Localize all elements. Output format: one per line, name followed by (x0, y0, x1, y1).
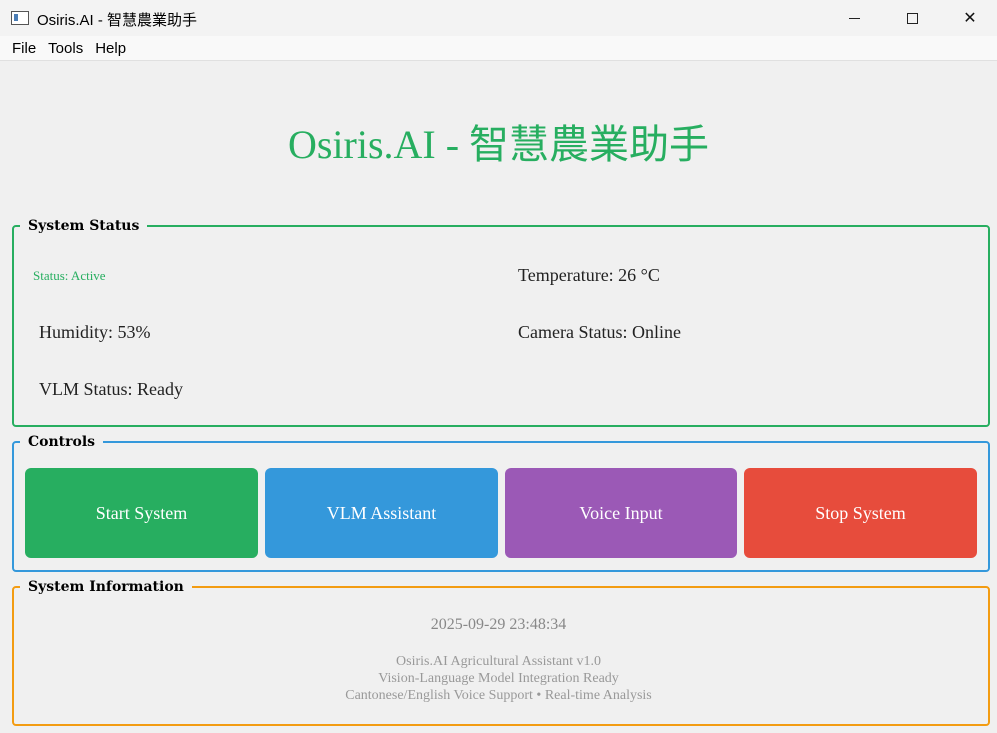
maximize-button[interactable] (883, 0, 941, 36)
controls-legend: Controls (28, 434, 96, 450)
status-active-label: Status: Active (33, 268, 106, 283)
app-title: Osiris.AI - 智慧農業助手 (287, 122, 710, 167)
voice-input-button[interactable]: Voice Input (505, 468, 737, 558)
window-title: Osiris.AI - 智慧農業助手 (37, 12, 197, 29)
camera-status-label: Camera Status: Online (518, 322, 681, 342)
humidity-label: Humidity: 53% (39, 322, 151, 342)
menu-help[interactable]: Help (89, 40, 132, 57)
minimize-icon (848, 17, 860, 19)
minimize-button[interactable] (825, 0, 883, 36)
temperature-label: Temperature: 26 °C (518, 265, 660, 285)
start-system-button[interactable]: Start System (25, 468, 258, 558)
info-line-version: Osiris.AI Agricultural Assistant v1.0 (396, 654, 601, 669)
vlm-status-label: VLM Status: Ready (39, 379, 183, 399)
app-window-icon (11, 11, 29, 25)
close-button[interactable]: ✕ (941, 0, 997, 36)
menu-tools[interactable]: Tools (42, 40, 89, 57)
system-information-legend: System Information (28, 579, 184, 595)
info-line-voice: Cantonese/English Voice Support • Real-t… (345, 688, 652, 703)
menu-bar: File Tools Help (0, 36, 997, 61)
vlm-assistant-button[interactable]: VLM Assistant (265, 468, 498, 558)
menu-file[interactable]: File (6, 40, 42, 57)
info-line-vlm: Vision-Language Model Integration Ready (378, 671, 619, 686)
maximize-icon (906, 12, 918, 24)
stop-system-button[interactable]: Stop System (744, 468, 977, 558)
datetime-label: 2025-09-29 23:48:34 (430, 616, 567, 633)
close-icon: ✕ (963, 10, 977, 27)
window-titlebar[interactable]: Osiris.AI - 智慧農業助手 ✕ (0, 0, 997, 36)
system-status-legend: System Status (28, 218, 140, 234)
